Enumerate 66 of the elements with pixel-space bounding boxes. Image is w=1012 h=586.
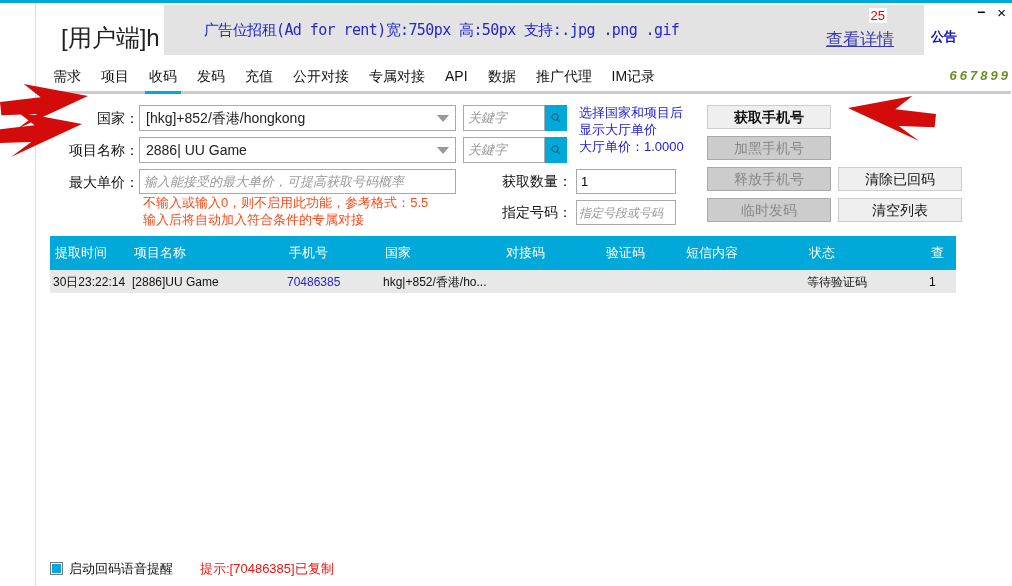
count-badge: 25 <box>868 8 887 23</box>
action-button[interactable]: 清除已回码 <box>838 167 962 191</box>
column-header: 对接码 <box>505 244 546 263</box>
number-field[interactable]: 指定号段或号码 <box>576 200 676 225</box>
tab[interactable]: 发码 <box>193 66 229 94</box>
window-title: [用户端]h <box>61 23 161 53</box>
search-button[interactable] <box>545 137 567 163</box>
tab[interactable]: 公开对接 <box>289 66 353 94</box>
caret-icon <box>437 146 449 154</box>
column-header: 查 <box>930 244 945 263</box>
user-code: 667899 <box>949 66 1011 85</box>
tab[interactable]: 收码 <box>145 66 181 94</box>
column-header: 项目名称 <box>133 244 187 263</box>
table-cell-text: 等待验证码 <box>806 273 868 291</box>
keyword-field[interactable]: 关鍵字 <box>463 137 545 163</box>
minimize-button[interactable]: − <box>977 5 986 19</box>
search-icon <box>551 113 561 123</box>
tab[interactable]: IM记录 <box>607 66 660 94</box>
hint-text: 输入后将自动加入符合条件的专属对接 <box>143 211 365 228</box>
caret-icon <box>437 114 449 122</box>
info-text: 显示大厅单价 <box>579 121 658 138</box>
tab[interactable]: 数据 <box>483 66 520 94</box>
field-label: 项目名称： <box>68 140 139 160</box>
notice-link[interactable]: 公告 <box>931 27 957 47</box>
ad-text: 广告位招租(Ad for rent)宽:750px 高:50px 支持:.jpg .png .gif <box>204 19 680 41</box>
column-header: 验证码 <box>605 244 646 263</box>
column-header: 手机号 <box>288 244 329 263</box>
column-header: 提取时间 <box>54 244 108 263</box>
field-label: 获取数量： <box>501 172 573 191</box>
field-label: 国家： <box>96 108 139 128</box>
table-cell-text: [2886]UU Game <box>131 273 220 291</box>
dropdown[interactable]: [hkg]+852/香港/hongkong <box>139 105 456 131</box>
checkbox-label: 启动回码语音提醒 <box>69 559 173 578</box>
action-button[interactable]: 清空列表 <box>838 198 962 222</box>
field-label: 最大单价： <box>68 173 139 192</box>
checkbox[interactable] <box>50 561 63 575</box>
status-message: 提示:[70486385]已复制 <box>200 559 334 578</box>
arrow-icon <box>848 96 936 141</box>
tab[interactable]: 项目 <box>97 66 133 94</box>
hint-text: 不输入或输入0，则不启用此功能，参考格式：5.5 <box>143 194 430 211</box>
tab[interactable]: 充值 <box>241 66 277 94</box>
table-cell-text: hkg|+852/香港/ho... <box>382 273 488 291</box>
table-cell-text: 1 <box>928 273 937 291</box>
search-button[interactable] <box>545 105 567 131</box>
price-field[interactable]: 输入能接受的最大单价，可提高获取号码概率 <box>139 169 456 194</box>
tab[interactable]: API <box>441 66 472 94</box>
table-cell-text: 30日23:22:14 <box>52 273 127 291</box>
table-cell-text: 70486385 <box>286 273 342 291</box>
tab[interactable]: 推广代理 <box>531 66 596 94</box>
field-label: 指定号码： <box>501 203 573 222</box>
quantity-field[interactable]: 1 <box>576 169 676 194</box>
column-header: 短信内容 <box>685 244 739 263</box>
details-link[interactable]: 查看详情 <box>826 27 894 53</box>
action-button[interactable]: 获取手机号 <box>707 105 831 129</box>
arrow-icon <box>0 84 88 129</box>
column-header: 国家 <box>384 244 412 263</box>
tab[interactable]: 专属对接 <box>365 66 429 94</box>
arrow-icon <box>0 112 82 157</box>
search-icon <box>551 145 561 155</box>
close-button[interactable]: × <box>997 5 1006 20</box>
column-header: 状态 <box>808 244 836 263</box>
keyword-field[interactable]: 关鍵字 <box>463 105 545 131</box>
info-text: 大厅单价：1.0000 <box>579 138 685 155</box>
tab[interactable]: 需求 <box>49 66 85 94</box>
info-text: 选择国家和项目后 <box>579 104 684 121</box>
dropdown[interactable]: 2886| UU Game <box>139 137 456 163</box>
